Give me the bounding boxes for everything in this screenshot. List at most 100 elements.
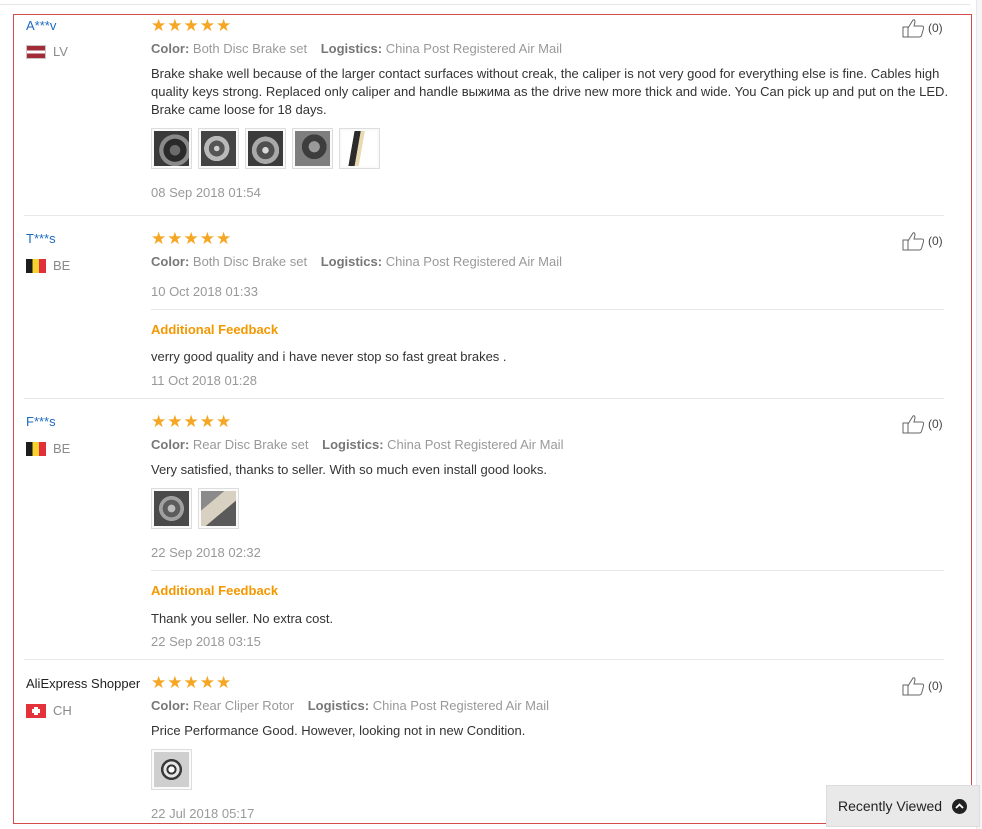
order-info: Color: Rear Disc Brake set Logistics: Ch… <box>151 437 573 452</box>
star-icon: ★ <box>199 229 215 248</box>
star-rating: ★ ★ ★ ★ ★ <box>151 230 231 247</box>
like-count: (0) <box>928 417 943 431</box>
star-icon: ★ <box>167 229 183 248</box>
review-date: 22 Jul 2018 05:17 <box>151 806 255 821</box>
color-label: Color: <box>151 41 190 56</box>
review-photo[interactable] <box>245 128 286 169</box>
review-photos <box>151 488 239 529</box>
color-value: Both Disc Brake set <box>192 254 308 269</box>
star-icon: ★ <box>199 412 215 431</box>
star-rating: ★ ★ ★ ★ ★ <box>151 17 231 34</box>
star-icon: ★ <box>216 16 232 35</box>
additional-feedback-date: 22 Sep 2018 03:15 <box>151 634 261 649</box>
reviewer-name: AliExpress Shopper <box>26 676 141 691</box>
reviewer-country: CH <box>26 703 72 718</box>
star-icon: ★ <box>167 412 183 431</box>
review-divider <box>24 398 944 399</box>
like-button[interactable]: (0) <box>902 676 943 696</box>
star-icon: ★ <box>199 673 215 692</box>
logistics-value: China Post Registered Air Mail <box>385 254 563 269</box>
switzerland-flag-icon <box>26 703 46 718</box>
star-icon: ★ <box>167 16 183 35</box>
thumbs-up-icon <box>902 415 925 434</box>
star-icon: ★ <box>183 229 199 248</box>
logistics-label: Logistics: <box>322 437 384 452</box>
reviewer-country: BE <box>26 258 70 273</box>
thumbs-up-icon <box>902 677 925 696</box>
review-date: 08 Sep 2018 01:54 <box>151 185 261 200</box>
country-code: BE <box>53 258 71 273</box>
star-icon: ★ <box>151 412 167 431</box>
top-divider <box>0 4 970 5</box>
reviewer-name[interactable]: F***s <box>26 414 56 429</box>
chevron-up-circle-icon <box>952 798 968 814</box>
color-label: Color: <box>151 698 190 713</box>
star-icon: ★ <box>216 412 232 431</box>
like-count: (0) <box>928 679 943 693</box>
review-photo[interactable] <box>151 488 192 529</box>
latvia-flag-icon <box>26 44 46 59</box>
review-date: 10 Oct 2018 01:33 <box>151 284 258 299</box>
color-label: Color: <box>151 437 190 452</box>
review-date: 22 Sep 2018 02:32 <box>151 545 261 560</box>
review-photo[interactable] <box>198 488 239 529</box>
star-icon: ★ <box>167 673 183 692</box>
country-code: LV <box>53 44 68 59</box>
logistics-value: China Post Registered Air Mail <box>385 41 563 56</box>
additional-feedback-title: Additional Feedback <box>151 322 279 337</box>
color-value: Rear Cliper Rotor <box>192 698 295 713</box>
review-photos <box>151 128 380 169</box>
reviewer-name[interactable]: A***v <box>26 18 56 33</box>
order-info: Color: Both Disc Brake set Logistics: Ch… <box>151 254 572 269</box>
color-value: Both Disc Brake set <box>192 41 308 56</box>
star-icon: ★ <box>183 412 199 431</box>
color-value: Rear Disc Brake set <box>192 437 309 452</box>
review-text: Price Performance Good. However, looking… <box>151 723 526 738</box>
review-photo[interactable] <box>151 749 192 790</box>
logistics-label: Logistics: <box>320 41 383 56</box>
star-rating: ★ ★ ★ ★ ★ <box>151 674 231 691</box>
star-icon: ★ <box>151 229 167 248</box>
like-count: (0) <box>928 21 943 35</box>
reviewer-name[interactable]: T***s <box>26 231 56 246</box>
review-photo[interactable] <box>151 128 192 169</box>
additional-feedback-date: 11 Oct 2018 01:28 <box>151 373 258 388</box>
additional-feedback-text: Thank you seller. No extra cost. <box>151 611 334 626</box>
belgium-flag-icon <box>26 258 46 273</box>
feedback-divider <box>151 309 944 310</box>
feedback-divider <box>151 570 944 571</box>
reviewer-country: LV <box>26 44 68 59</box>
star-icon: ★ <box>216 673 232 692</box>
additional-feedback-title: Additional Feedback <box>151 583 279 598</box>
review-photo[interactable] <box>198 128 239 169</box>
recently-viewed-label: Recently Viewed <box>838 798 943 814</box>
recently-viewed-button[interactable]: Recently Viewed <box>826 785 980 827</box>
review-photo[interactable] <box>292 128 333 169</box>
star-icon: ★ <box>151 673 167 692</box>
order-info: Color: Both Disc Brake set Logistics: Ch… <box>151 41 572 56</box>
review-divider <box>24 659 944 660</box>
belgium-flag-icon <box>26 441 46 456</box>
thumbs-up-icon <box>902 19 925 38</box>
like-button[interactable]: (0) <box>902 231 943 251</box>
star-icon: ★ <box>151 16 167 35</box>
star-icon: ★ <box>183 16 199 35</box>
review-photos <box>151 749 192 790</box>
star-icon: ★ <box>199 16 215 35</box>
logistics-value: China Post Registered Air Mail <box>387 437 564 452</box>
star-icon: ★ <box>183 673 199 692</box>
additional-feedback-text: verry good quality and i have never stop… <box>151 349 507 364</box>
review-photo[interactable] <box>339 128 380 169</box>
page-scrollbar[interactable] <box>976 0 982 829</box>
like-count: (0) <box>928 234 943 248</box>
review-text: Brake shake well because of the larger c… <box>151 66 949 117</box>
like-button[interactable]: (0) <box>902 414 943 434</box>
logistics-label: Logistics: <box>307 698 370 713</box>
review-text: Very satisfied, thanks to seller. With s… <box>151 462 547 477</box>
like-button[interactable]: (0) <box>902 18 943 38</box>
color-label: Color: <box>151 254 190 269</box>
country-code: CH <box>53 703 72 718</box>
logistics-label: Logistics: <box>320 254 383 269</box>
star-rating: ★ ★ ★ ★ ★ <box>151 413 231 430</box>
reviewer-country: BE <box>26 441 70 456</box>
